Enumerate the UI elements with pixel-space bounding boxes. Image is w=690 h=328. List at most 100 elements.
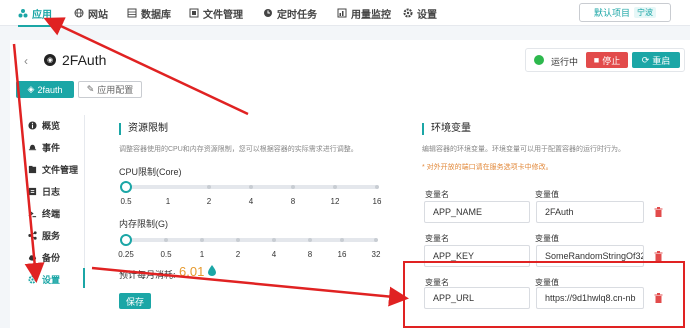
slider-tick <box>200 238 204 242</box>
memory-tick-label: 1 <box>199 250 205 259</box>
nav-item-cron[interactable]: 定时任务 <box>263 0 317 26</box>
cpu-tick-label: 0.5 <box>120 197 132 206</box>
nav-item-monitor[interactable]: 用量监控 <box>337 0 391 26</box>
sidebar-divider <box>84 115 85 285</box>
apps-icon <box>18 9 28 18</box>
back-icon[interactable]: ‹ <box>24 54 28 68</box>
app-logo-icon: ◉ <box>44 54 56 66</box>
terminal-icon <box>28 209 37 217</box>
sidebar-item-terminal[interactable]: 终端 <box>16 204 82 222</box>
memory-tick-label: 0.25 <box>118 250 134 259</box>
slider-tick <box>249 185 253 189</box>
memory-tick-label: 32 <box>371 250 381 259</box>
sidebar-item-backup[interactable]: 备份 <box>16 248 82 266</box>
env-port-warning: * 对外开放的端口请在服务选项卡中修改。 <box>422 164 553 171</box>
gear-icon <box>28 274 37 284</box>
sidebar-item-files[interactable]: 文件管理 <box>16 160 82 178</box>
app-name-tag[interactable]: ◈ 2fauth <box>16 81 74 98</box>
env-value-input[interactable]: 2FAuth <box>536 201 644 223</box>
memory-tick-label: 0.5 <box>160 250 172 259</box>
restart-label: 重启 <box>652 55 671 66</box>
nav-item-files[interactable]: 文件管理 <box>189 0 243 26</box>
env-section-title: 环境变量 <box>422 123 471 135</box>
sidebar-item-settings[interactable]: 设置 <box>16 270 82 288</box>
slider-tick <box>207 185 211 189</box>
env-name-header: 变量名 <box>425 190 449 199</box>
slider-tick <box>340 238 344 242</box>
slider-tick <box>272 238 276 242</box>
annotation-highlight-box <box>403 261 685 328</box>
restart-button[interactable]: ⟳ 重启 <box>632 52 680 68</box>
cube-icon: ◈ <box>27 84 35 94</box>
cloud-icon <box>28 254 37 261</box>
slider-tick <box>375 185 379 189</box>
running-status-icon <box>534 55 544 65</box>
resources-section-title: 资源限制 <box>119 123 168 135</box>
sidebar-item-label: 概览 <box>42 120 61 131</box>
monthly-cost-label: 预计每月消耗: <box>119 270 176 280</box>
database-icon <box>127 8 137 18</box>
sidebar-item-overview[interactable]: 概览 <box>16 116 82 134</box>
cpu-slider-thumb[interactable] <box>120 181 132 193</box>
memory-slider-thumb[interactable] <box>120 234 132 246</box>
nav-item-websites[interactable]: 网站 <box>74 0 108 26</box>
nav-item-label: 定时任务 <box>277 9 317 21</box>
project-label: 默认项目 <box>593 8 630 18</box>
nav-item-label: 数据库 <box>141 9 171 21</box>
sidebar-item-services[interactable]: 服务 <box>16 226 82 244</box>
cpu-tick-label: 16 <box>372 197 382 206</box>
slider-tick <box>164 238 168 242</box>
chart-icon <box>337 8 347 18</box>
delete-icon[interactable] <box>654 207 663 217</box>
env-description: 编辑容器的环境变量。环境变量可以用于配置容器的运行时行为。 <box>422 146 625 153</box>
sidebar-item-logs[interactable]: 日志 <box>16 182 82 200</box>
nav-item-label: 网站 <box>88 9 108 21</box>
nav-item-settings[interactable]: 设置 <box>403 0 437 26</box>
sidebar-item-label: 日志 <box>42 186 61 197</box>
stop-button[interactable]: ■ 停止 <box>586 52 628 68</box>
refresh-icon: ⟳ <box>641 54 650 65</box>
water-drop-icon <box>208 265 216 276</box>
clock-icon <box>264 9 272 17</box>
top-nav: 应用 网站 数据库 文件管理 定时任务 用量监控 设置 默认项目 宁波 <box>0 0 690 27</box>
project-region-tag: 宁波 <box>634 7 656 18</box>
status-text: 运行中 <box>551 57 579 67</box>
nav-item-label: 用量监控 <box>351 9 391 21</box>
app-config-button[interactable]: ✎ 应用配置 <box>78 81 142 98</box>
sidebar-item-label: 服务 <box>42 230 61 241</box>
slider-tick <box>374 238 378 242</box>
memory-tick-label: 16 <box>337 250 347 259</box>
nav-item-database[interactable]: 数据库 <box>127 0 171 26</box>
memory-tick-label: 8 <box>307 250 313 259</box>
sidebar-item-events[interactable]: 事件 <box>16 138 82 156</box>
log-icon <box>28 187 37 195</box>
env-value-header: 变量值 <box>535 234 559 243</box>
memory-tick-label: 2 <box>235 250 241 259</box>
slider-tick <box>291 185 295 189</box>
monthly-cost-value: 6.01 <box>179 264 205 279</box>
folder-icon <box>28 165 37 173</box>
memory-limit-label: 内存限制(G) <box>119 219 168 229</box>
memory-tick-label: 4 <box>271 250 277 259</box>
nav-item-label: 文件管理 <box>203 9 243 21</box>
info-icon <box>28 120 37 130</box>
bell-icon <box>28 144 37 150</box>
save-button[interactable]: 保存 <box>119 293 151 309</box>
slider-tick <box>333 185 337 189</box>
cpu-tick-label: 4 <box>248 197 254 206</box>
sidebar-item-label: 终端 <box>42 208 61 219</box>
stop-label: 停止 <box>602 55 621 66</box>
gear-icon <box>403 8 413 18</box>
project-selector[interactable]: 默认项目 宁波 <box>579 3 671 22</box>
delete-icon[interactable] <box>654 251 663 261</box>
app-config-label: 应用配置 <box>97 85 134 95</box>
resources-description: 调整容器使用的CPU和内存资源限制，您可以根据容器的实际需求进行调整。 <box>119 146 358 153</box>
sidebar-item-label: 事件 <box>42 142 61 153</box>
globe-icon <box>74 8 84 18</box>
nav-item-apps[interactable]: 应用 <box>18 0 52 27</box>
folder-icon <box>189 8 199 18</box>
status-controls: 运行中 ■ 停止 ⟳ 重启 <box>525 48 685 72</box>
env-name-header: 变量名 <box>425 234 449 243</box>
slider-tick <box>236 238 240 242</box>
env-name-input[interactable]: APP_NAME <box>424 201 530 223</box>
